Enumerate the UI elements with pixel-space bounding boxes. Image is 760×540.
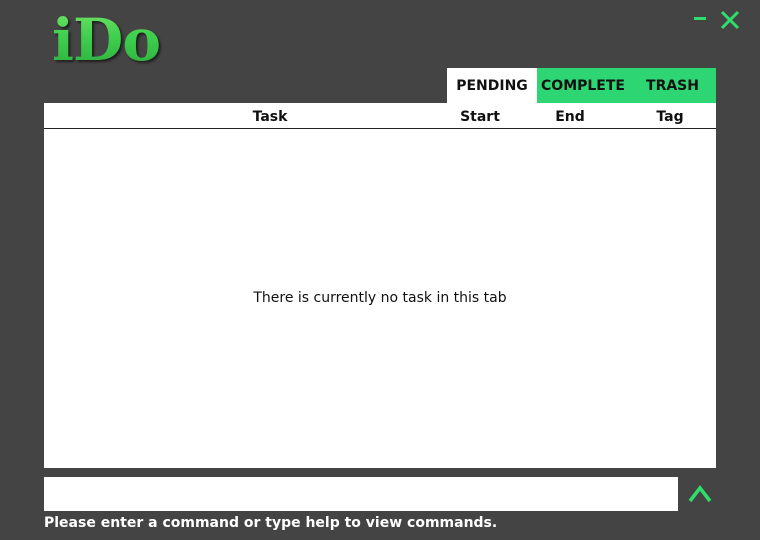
column-header-tag[interactable]: Tag — [640, 109, 700, 125]
tab-bar: PENDING COMPLETE TRASH — [447, 68, 716, 103]
column-header-start[interactable]: Start — [450, 109, 510, 125]
empty-state-message: There is currently no task in this tab — [253, 290, 507, 306]
caret-up-icon[interactable] — [686, 480, 714, 508]
command-hint: Please enter a command or type help to v… — [44, 515, 498, 531]
task-table-panel: Task Start End Tag There is currently no… — [44, 103, 716, 468]
command-input[interactable] — [44, 477, 678, 511]
tab-complete[interactable]: COMPLETE — [537, 68, 629, 103]
column-header-task[interactable]: Task — [240, 109, 300, 125]
app-logo: iDo — [52, 2, 161, 78]
tab-trash[interactable]: TRASH — [629, 68, 716, 103]
minimize-icon[interactable] — [690, 8, 710, 30]
table-header: Task Start End Tag — [44, 103, 716, 129]
close-icon[interactable] — [718, 8, 742, 32]
tab-pending[interactable]: PENDING — [447, 68, 537, 103]
column-header-end[interactable]: End — [540, 109, 600, 125]
